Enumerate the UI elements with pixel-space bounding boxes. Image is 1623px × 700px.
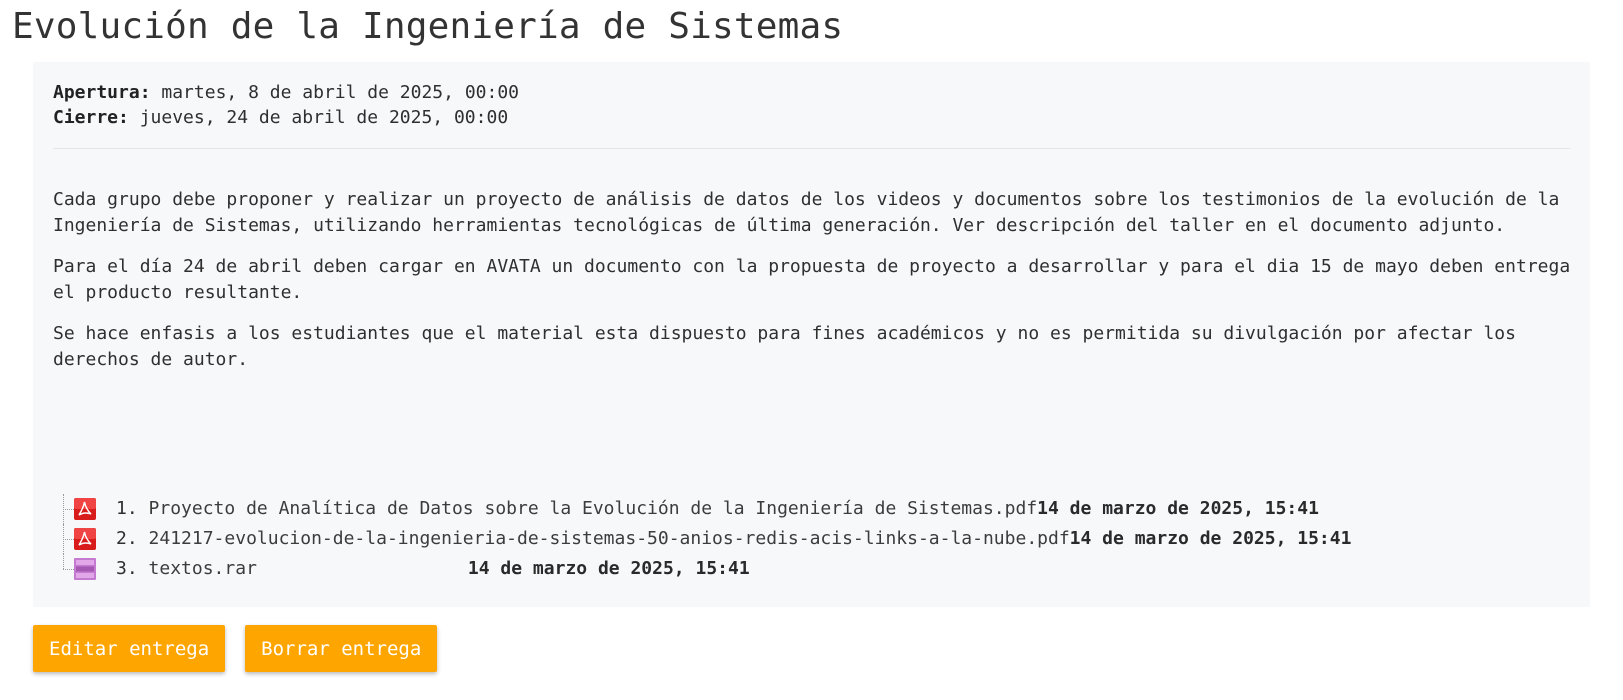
attachment-link[interactable]: Proyecto de Analítica de Datos sobre la … (149, 494, 1038, 524)
description-paragraph: Para el día 24 de abril deben cargar en … (53, 256, 1571, 303)
archive-icon (74, 558, 96, 580)
close-date-value: jueves, 24 de abril de 2025, 00:00 (128, 107, 509, 128)
attachment-number: 2. (116, 528, 138, 549)
pdf-icon (74, 498, 96, 520)
open-date-value: martes, 8 de abril de 2025, 00:00 (150, 82, 520, 103)
open-date-row: Apertura: martes, 8 de abril de 2025, 00… (53, 80, 1570, 105)
open-date-label: Apertura: (53, 82, 151, 103)
attachment-date: 14 de marzo de 2025, 15:41 (1037, 498, 1319, 519)
attachment-number: 3. (116, 558, 138, 579)
attachment-link[interactable]: 241217-evolucion-de-la-ingenieria-de-sis… (149, 524, 1070, 554)
close-date-row: Cierre: jueves, 24 de abril de 2025, 00:… (53, 105, 1570, 130)
attachment-link[interactable]: textos.rar (149, 554, 257, 584)
attachment-row: 2. 241217-evolucion-de-la-ingenieria-de-… (60, 524, 1351, 554)
attachment-date: 14 de marzo de 2025, 15:41 (467, 558, 750, 579)
attachment-row: 3. textos.rar 14 de marzo de 2025, 15:41 (60, 554, 1351, 584)
tree-connector (60, 554, 74, 584)
attachments-tree: 1. Proyecto de Analítica de Datos sobre … (60, 494, 1351, 584)
attachment-number: 1. (116, 498, 138, 519)
tree-connector (60, 494, 74, 524)
pdf-icon (74, 528, 96, 550)
delete-submission-button[interactable]: Borrar entrega (245, 625, 438, 672)
assignment-page: Evolución de la Ingeniería de Sistemas A… (0, 0, 1623, 700)
page-title: Evolución de la Ingeniería de Sistemas (12, 6, 844, 47)
assignment-panel: Apertura: martes, 8 de abril de 2025, 00… (33, 62, 1590, 607)
actions-bar: Editar entrega Borrar entrega (33, 625, 438, 672)
attachment-row: 1. Proyecto de Analítica de Datos sobre … (60, 494, 1351, 524)
dates-block: Apertura: martes, 8 de abril de 2025, 00… (53, 80, 1570, 130)
description-paragraph: Se hace enfasis a los estudiantes que el… (53, 323, 1516, 370)
edit-submission-button[interactable]: Editar entrega (33, 625, 226, 672)
divider (53, 148, 1570, 149)
assignment-description: Cada grupo debe proponer y realizar un p… (53, 187, 1583, 372)
attachment-date: 14 de marzo de 2025, 15:41 (1069, 528, 1352, 549)
tree-connector (60, 524, 74, 554)
description-paragraph: Cada grupo debe proponer y realizar un p… (53, 189, 1560, 236)
close-date-label: Cierre: (53, 107, 129, 128)
